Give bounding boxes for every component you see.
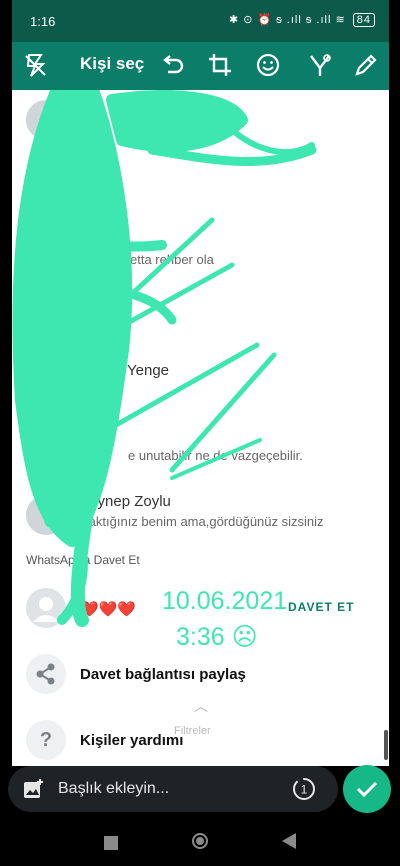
battery-icon: 84 [352, 13, 375, 27]
system-nav-bar [0, 818, 400, 866]
crop-rotate-icon[interactable] [206, 52, 234, 80]
undo-icon[interactable] [158, 52, 186, 80]
recent-apps-icon[interactable] [104, 834, 118, 855]
status-bar: 1:16 ✱ ⊙ ⏰ ᵴ .ıll ᵴ .ıll ≋ 84 [12, 0, 389, 42]
battery-level: 84 [356, 14, 371, 26]
text-tool-icon[interactable] [307, 52, 335, 80]
pencil-icon[interactable] [352, 52, 380, 80]
add-image-icon[interactable] [22, 778, 44, 805]
flash-off-icon[interactable] [22, 52, 50, 80]
page-title: Kişi seç [80, 54, 145, 73]
back-icon[interactable] [282, 833, 296, 854]
view-once-icon[interactable]: 1 [292, 777, 316, 806]
home-icon[interactable] [191, 832, 209, 855]
status-time: 1:16 [30, 14, 56, 29]
status-icon-strip: ✱ ⊙ ⏰ ᵴ .ıll ᵴ .ıll ≋ [228, 14, 346, 26]
emoji-icon[interactable] [254, 52, 282, 80]
check-icon [356, 781, 378, 798]
send-button[interactable] [343, 765, 391, 813]
caption-input-bar[interactable]: Başlık ekleyin... 1 [8, 766, 338, 812]
status-icons: ✱ ⊙ ⏰ ᵴ .ıll ᵴ .ıll ≋ 84 [229, 13, 375, 27]
caption-field[interactable]: Başlık ekleyin... [58, 780, 169, 798]
contact-list: Sa etta rehber ola Yenge e unutabilir ne… [12, 90, 389, 766]
scribble-overlay [12, 90, 317, 627]
app-bar: Kişi seç [12, 42, 389, 90]
svg-text:1: 1 [301, 783, 308, 797]
